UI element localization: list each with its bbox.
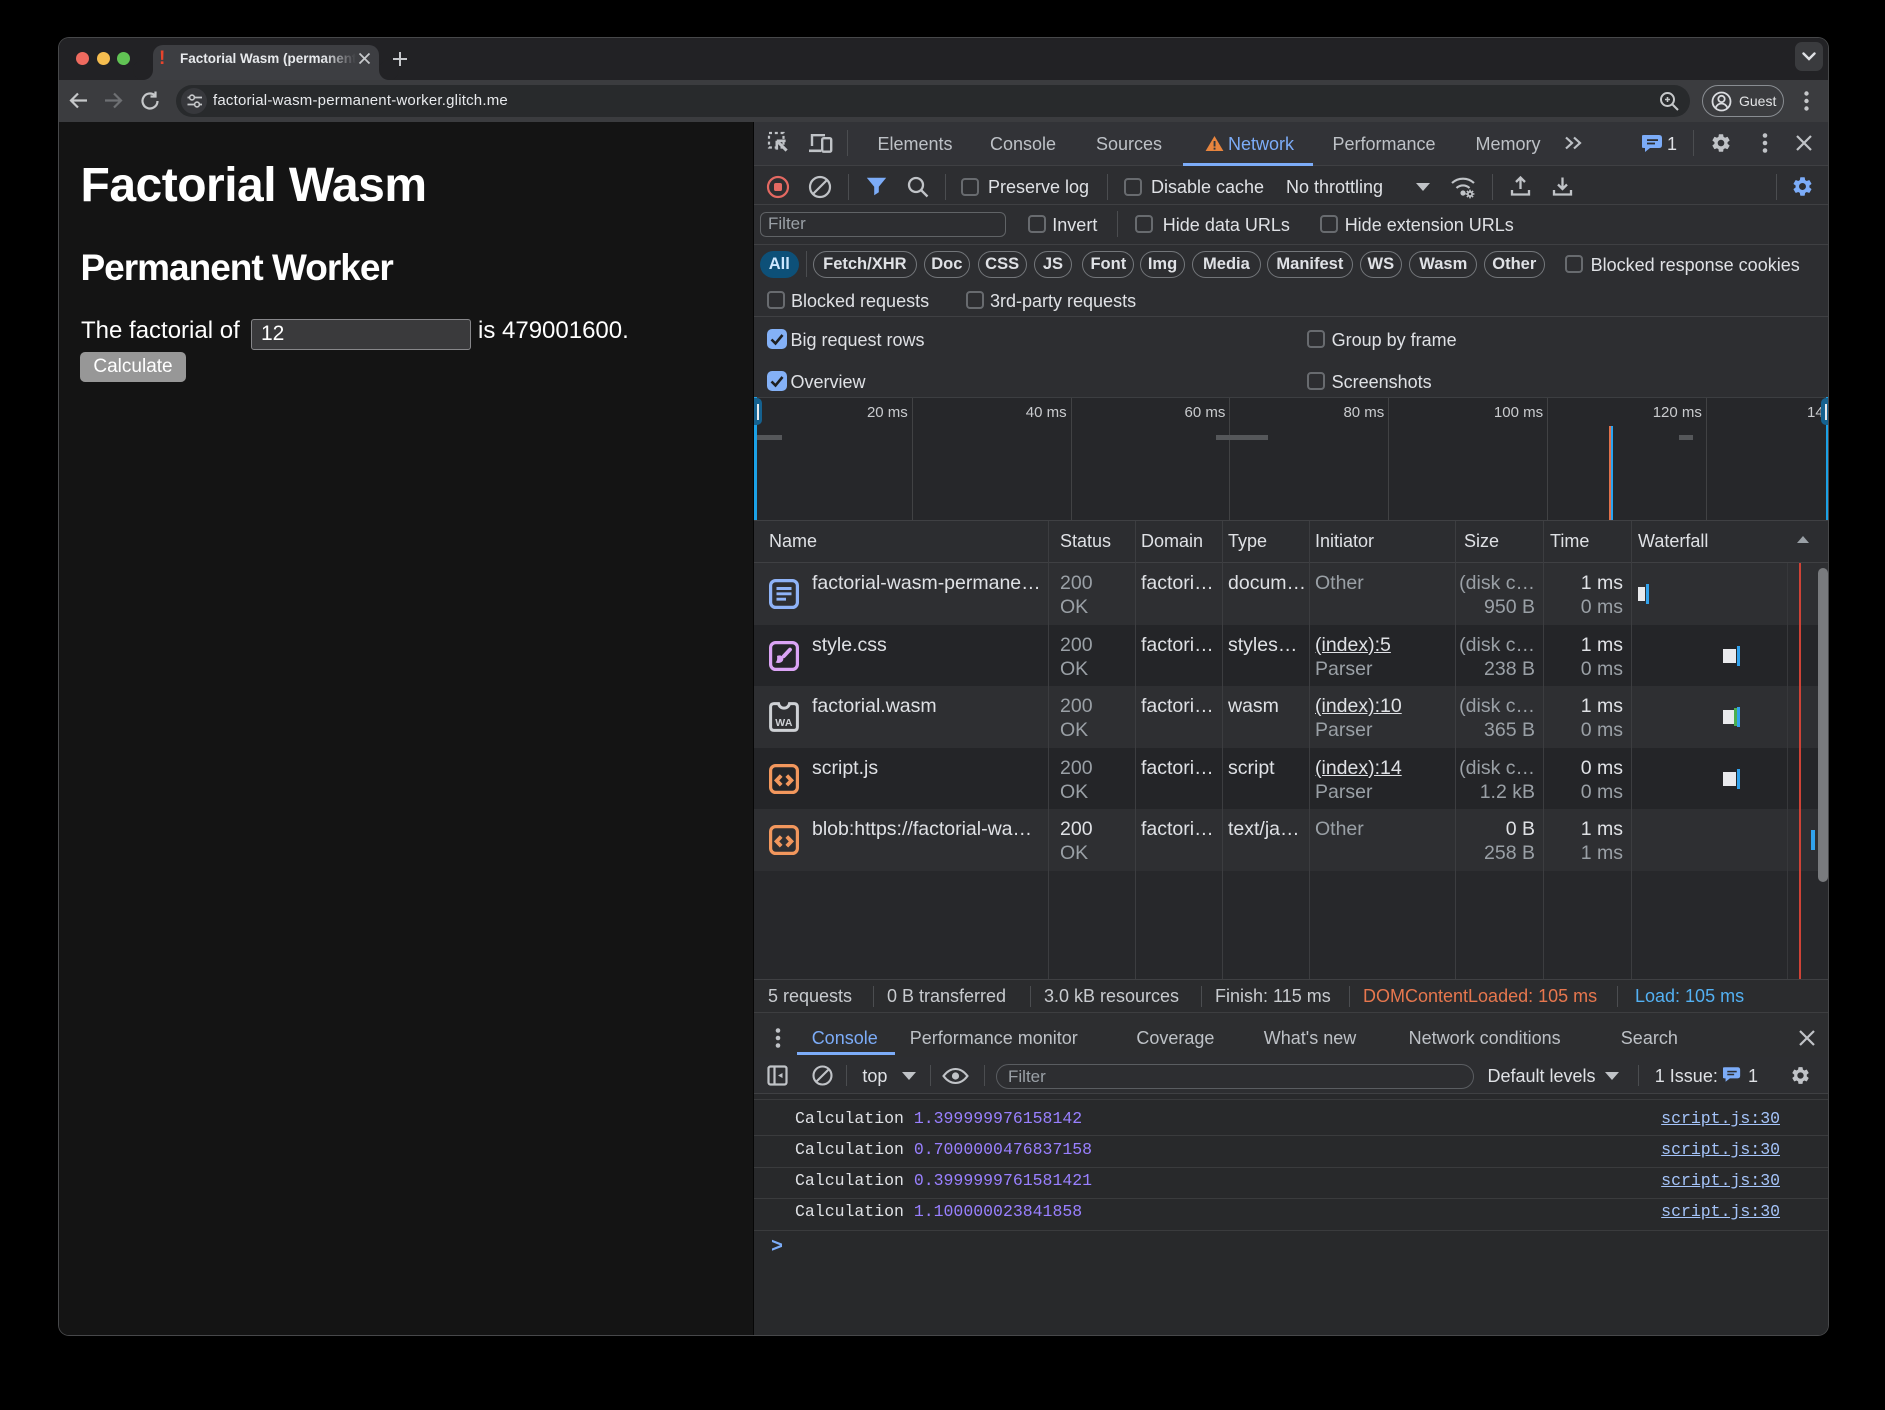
svg-text:WA: WA bbox=[775, 717, 793, 729]
